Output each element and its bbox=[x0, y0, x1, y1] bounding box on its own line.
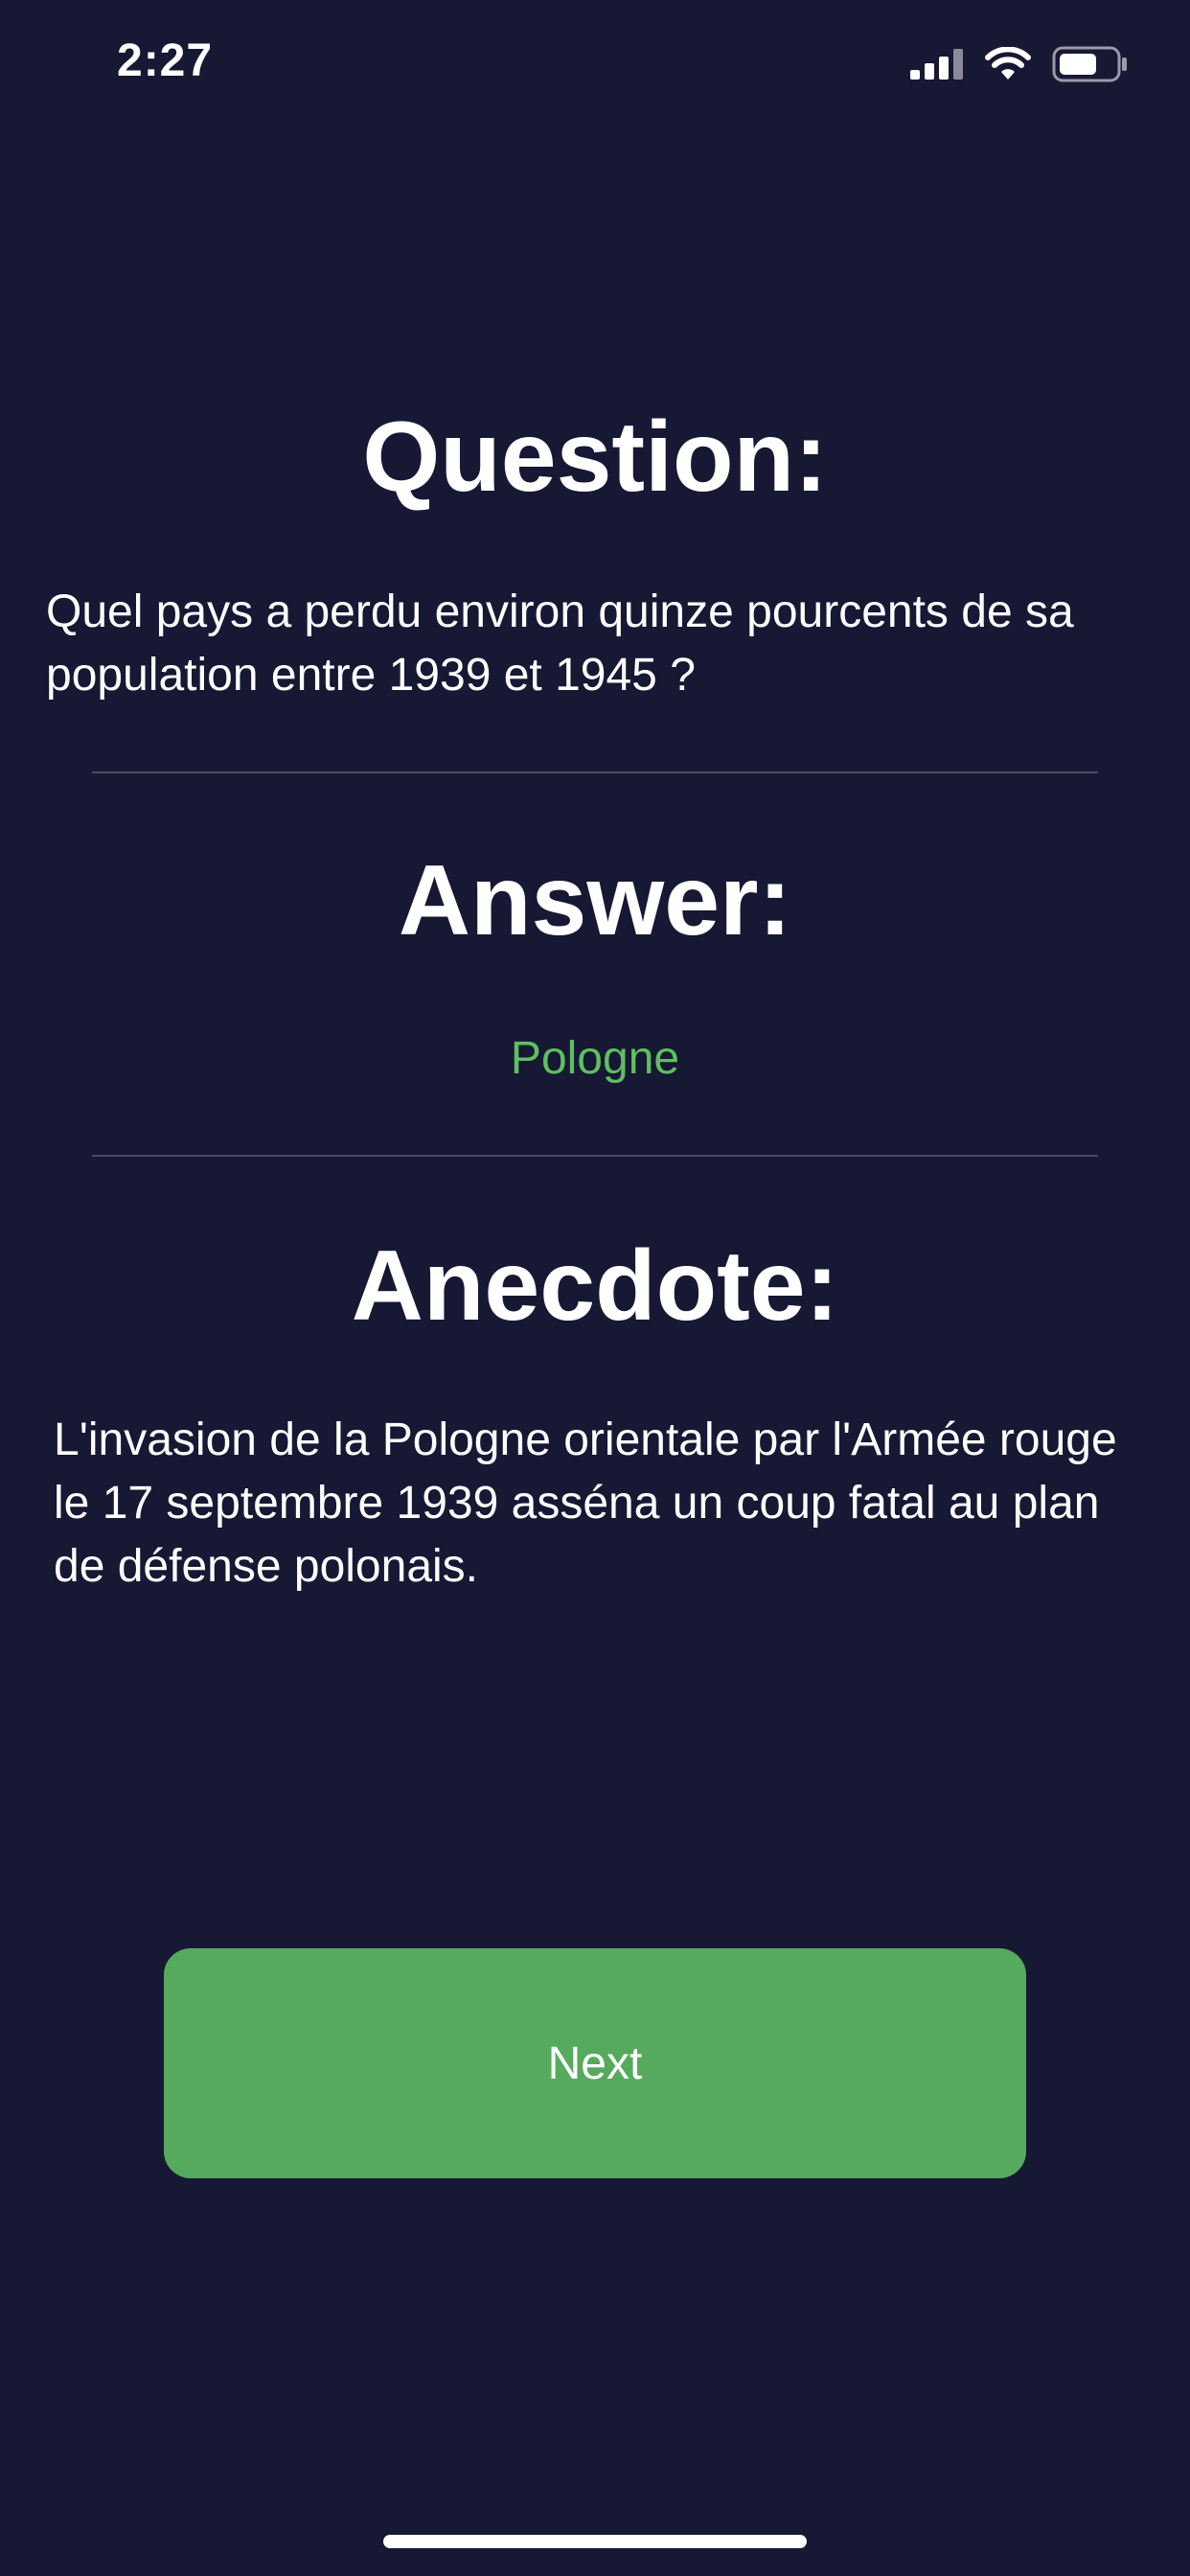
cellular-signal-icon bbox=[910, 49, 963, 80]
question-text: Quel pays a perdu environ quinze pourcen… bbox=[46, 586, 1074, 701]
wifi-icon bbox=[985, 47, 1031, 80]
anecdote-text: L'invasion de la Pologne orientale par l… bbox=[54, 1414, 1117, 1592]
battery-icon bbox=[1052, 46, 1127, 82]
status-time: 2:27 bbox=[117, 35, 214, 86]
status-icons bbox=[910, 46, 1129, 82]
question-heading: Question: bbox=[362, 402, 828, 513]
home-indicator[interactable] bbox=[383, 2535, 807, 2548]
answer-text: Pologne bbox=[510, 1033, 680, 1084]
status-bar: 2:27 bbox=[0, 0, 1190, 125]
divider bbox=[92, 1155, 1098, 1157]
divider bbox=[92, 771, 1098, 773]
anecdote-heading: Anecdote: bbox=[351, 1230, 839, 1342]
next-button[interactable]: Next bbox=[164, 1948, 1026, 2178]
answer-heading: Answer: bbox=[398, 845, 792, 956]
